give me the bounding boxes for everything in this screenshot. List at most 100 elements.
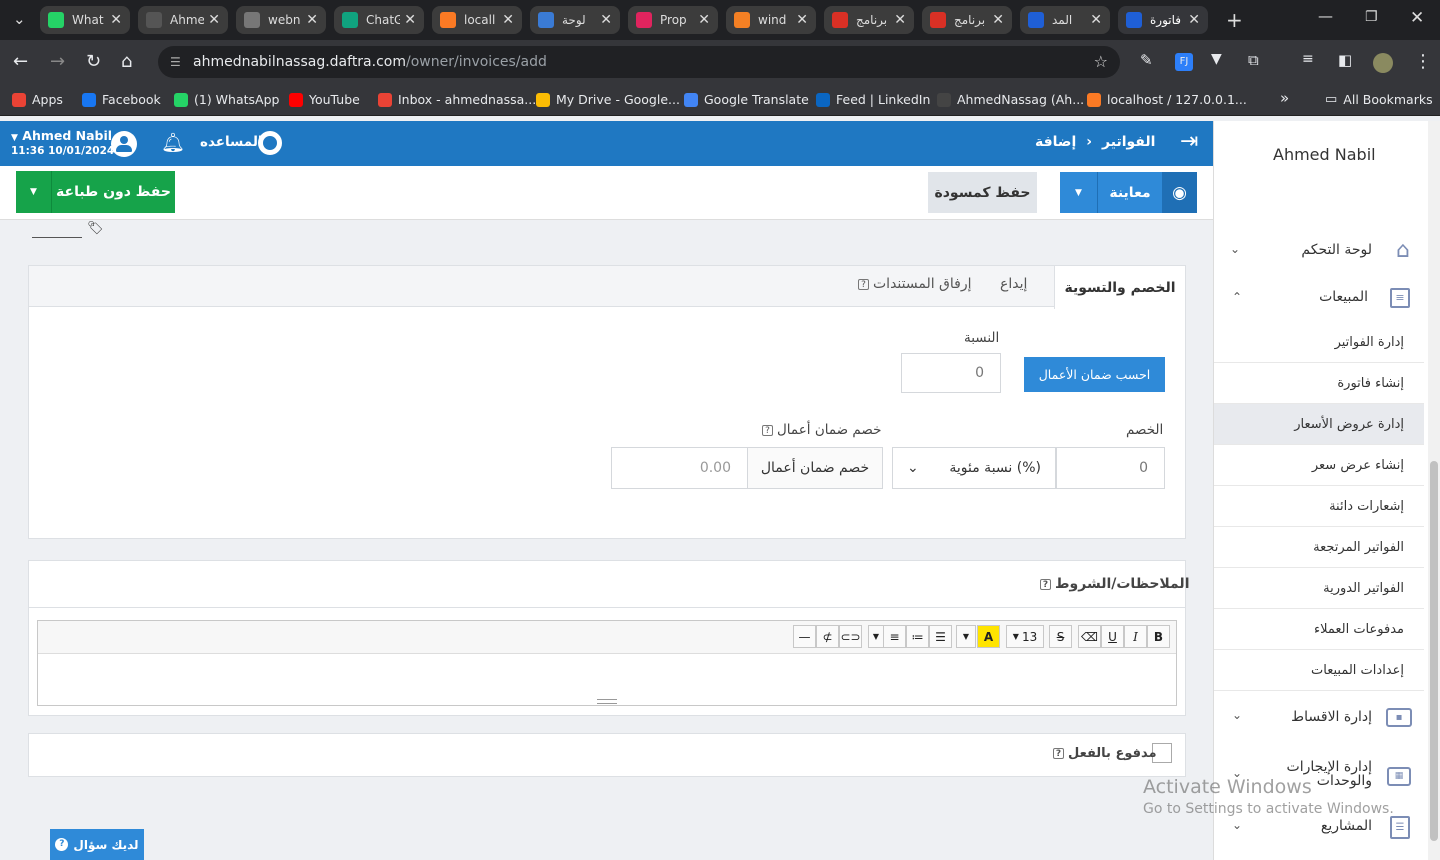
- italic-button[interactable]: I: [1124, 625, 1147, 648]
- eraser-icon[interactable]: ⌫: [1078, 625, 1101, 648]
- tab-deposit[interactable]: إيداع: [1000, 276, 1027, 292]
- browser-tab[interactable]: المد ✕: [1020, 6, 1110, 34]
- browser-tab[interactable]: برنامج ✕: [922, 6, 1012, 34]
- browser-tab[interactable]: webn ✕: [236, 6, 326, 34]
- browser-tab[interactable]: ChatG ✕: [334, 6, 424, 34]
- color-caret-icon[interactable]: ▼: [956, 625, 976, 648]
- tab-discount[interactable]: الخصم والتسوية: [1054, 266, 1185, 309]
- calc-warranty-button[interactable]: احسب ضمان الأعمال: [1024, 357, 1165, 392]
- close-tab-icon[interactable]: ✕: [208, 12, 220, 28]
- bookmark-item[interactable]: (1) WhatsApp: [174, 92, 279, 107]
- help-question-icon[interactable]: ?: [1040, 578, 1051, 590]
- ratio-input[interactable]: 0: [901, 353, 1001, 393]
- vue-extension-icon[interactable]: ▼: [1211, 51, 1222, 67]
- lifebuoy-icon[interactable]: [258, 131, 282, 155]
- align-caret-icon[interactable]: ▼: [868, 625, 884, 648]
- preview-dropdown-caret-icon[interactable]: ▼: [1060, 172, 1098, 213]
- bookmark-item[interactable]: Inbox - ahmednassa...: [378, 92, 536, 107]
- extensions-puzzle-icon[interactable]: ⧉: [1248, 51, 1259, 69]
- back-icon[interactable]: ←: [13, 51, 28, 72]
- sidebar-item-installments[interactable]: ⌄ إدارة الاقساط ▪: [1214, 698, 1424, 740]
- close-window-icon[interactable]: ✕: [1410, 8, 1424, 28]
- align-icon[interactable]: ≡: [883, 625, 906, 648]
- bookmark-item[interactable]: YouTube: [289, 92, 360, 107]
- profile-avatar-icon[interactable]: [1373, 53, 1393, 73]
- warranty-input[interactable]: 0.00: [611, 447, 748, 489]
- sidebar-item-dashboard[interactable]: ⌄ لوحة التحكم ⌂: [1214, 230, 1424, 272]
- sidebar-subitem[interactable]: إدارة الفواتير: [1214, 322, 1424, 363]
- close-tab-icon[interactable]: ✕: [698, 12, 710, 28]
- media-control-icon[interactable]: ≡: [1302, 51, 1314, 67]
- sidebar-subitem[interactable]: الفواتير المرتجعة: [1214, 527, 1424, 568]
- text-color-icon[interactable]: A: [977, 625, 1000, 648]
- browser-tab[interactable]: برنامج ✕: [824, 6, 914, 34]
- sidebar-subitem[interactable]: إشعارات دائنة: [1214, 486, 1424, 527]
- sidebar-subitem[interactable]: إدارة عروض الأسعار: [1214, 404, 1424, 445]
- home-icon[interactable]: ⌂: [121, 51, 132, 72]
- breadcrumb-parent[interactable]: الفواتير: [1102, 134, 1155, 150]
- save-no-print-button[interactable]: ▼ حفظ دون طباعة: [16, 171, 175, 213]
- browser-tab[interactable]: Ahme ✕: [138, 6, 228, 34]
- bookmark-item[interactable]: Feed | LinkedIn: [816, 92, 930, 107]
- help-question-icon[interactable]: ?: [762, 424, 773, 436]
- reload-icon[interactable]: ↻: [86, 51, 101, 72]
- help-question-icon[interactable]: ?: [858, 278, 869, 290]
- sidebar-subitem[interactable]: الفواتير الدورية: [1214, 568, 1424, 609]
- bookmark-star-icon[interactable]: ☆: [1094, 46, 1108, 78]
- browser-tab[interactable]: Prop ✕: [628, 6, 718, 34]
- sidebar-subitem[interactable]: إنشاء عرض سعر: [1214, 445, 1424, 486]
- font-size-select[interactable]: ▼ 13: [1006, 625, 1044, 648]
- sidebar-subitem[interactable]: إنشاء فاتورة: [1214, 363, 1424, 404]
- minimize-icon[interactable]: —: [1318, 7, 1333, 25]
- all-bookmarks-folder[interactable]: ▭ All Bookmarks: [1325, 92, 1433, 107]
- horizontal-rule-icon[interactable]: —: [793, 625, 816, 648]
- fj-extension-icon[interactable]: FJ: [1175, 53, 1193, 71]
- save-dropdown-caret-icon[interactable]: ▼: [16, 171, 52, 213]
- new-tab-icon[interactable]: +: [1226, 8, 1243, 32]
- sidebar-subitem[interactable]: إعدادات المبيعات: [1214, 650, 1424, 691]
- discount-input[interactable]: 0: [1056, 447, 1165, 489]
- close-tab-icon[interactable]: ✕: [404, 12, 416, 28]
- tag-icon[interactable]: 🏷︎: [87, 221, 104, 236]
- forward-icon[interactable]: →: [50, 51, 65, 72]
- browser-tab[interactable]: What ✕: [40, 6, 130, 34]
- bookmark-item[interactable]: AhmedNassag (Ah...: [937, 92, 1084, 107]
- bold-button[interactable]: B: [1147, 625, 1170, 648]
- sidebar-toggle-icon[interactable]: ⇥: [1180, 129, 1198, 154]
- browser-tab[interactable]: فاتورة ✕: [1118, 6, 1208, 34]
- sidebar-item-sales[interactable]: ⌃ المبيعات ≡: [1214, 278, 1424, 320]
- sidebar-subitem[interactable]: مدفوعات العملاء: [1214, 609, 1424, 650]
- close-tab-icon[interactable]: ✕: [1188, 12, 1200, 28]
- browser-tab[interactable]: لوحة ✕: [530, 6, 620, 34]
- unlink-icon[interactable]: ⊄: [816, 625, 839, 648]
- browser-tab[interactable]: wind ✕: [726, 6, 816, 34]
- bullet-list-icon[interactable]: ☰: [929, 625, 952, 648]
- bookmark-item[interactable]: Facebook: [82, 92, 161, 107]
- browser-menu-icon[interactable]: ⋮: [1414, 51, 1432, 72]
- side-panel-icon[interactable]: ◧: [1338, 51, 1352, 69]
- user-menu[interactable]: ▼ Ahmed Nabil: [11, 128, 112, 143]
- close-tab-icon[interactable]: ✕: [110, 12, 122, 28]
- numbered-list-icon[interactable]: ≔: [906, 625, 929, 648]
- help-link[interactable]: المساعده: [200, 134, 263, 150]
- underline-button[interactable]: U: [1101, 625, 1124, 648]
- browser-tab[interactable]: locall ✕: [432, 6, 522, 34]
- user-avatar-icon[interactable]: [111, 131, 137, 157]
- editor-resize-handle[interactable]: [597, 699, 617, 704]
- link-icon[interactable]: ⊂⊃: [839, 625, 862, 648]
- tab-attach[interactable]: ? إرفاق المستندات: [858, 276, 972, 292]
- preview-button[interactable]: ▼ معاينة ◉: [1060, 172, 1197, 213]
- close-tab-icon[interactable]: ✕: [600, 12, 612, 28]
- more-bookmarks-icon[interactable]: »: [1280, 89, 1289, 107]
- url-input[interactable]: ☰ ahmednabilnassag.daftra.com/owner/invo…: [158, 46, 1120, 78]
- tab-search-icon[interactable]: ⌄: [13, 10, 26, 28]
- scrollbar-thumb[interactable]: [1430, 461, 1438, 841]
- bookmark-item[interactable]: My Drive - Google...: [536, 92, 680, 107]
- close-tab-icon[interactable]: ✕: [1090, 12, 1102, 28]
- strikethrough-button[interactable]: S: [1049, 625, 1072, 648]
- close-tab-icon[interactable]: ✕: [894, 12, 906, 28]
- bookmark-item[interactable]: Apps: [12, 92, 63, 107]
- help-question-button[interactable]: ? لديك سؤال: [50, 829, 144, 860]
- discount-type-select[interactable]: ⌄ نسبة مئوية (%): [892, 447, 1056, 489]
- close-tab-icon[interactable]: ✕: [502, 12, 514, 28]
